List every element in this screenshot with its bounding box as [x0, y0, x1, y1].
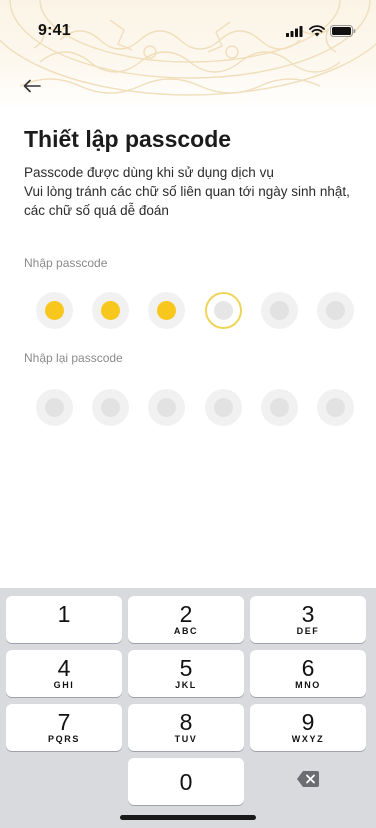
- arrow-left-icon: [23, 79, 41, 98]
- key-letters: MNO: [295, 680, 321, 690]
- digit-dot-empty: [204, 388, 242, 426]
- key-4[interactable]: 4 GHI: [6, 650, 122, 697]
- digit-dot-inner: [45, 397, 64, 417]
- key-7[interactable]: 7 PQRS: [6, 704, 122, 751]
- digit-dot-active: [204, 291, 242, 329]
- key-letters: ABC: [173, 626, 199, 636]
- page-title: Thiết lập passcode: [24, 126, 232, 152]
- key-digit: 4: [57, 655, 71, 681]
- key-digit: 7: [57, 709, 71, 735]
- passcode-label: Nhập passcode: [24, 256, 108, 270]
- digit-dot-filled: [36, 291, 73, 329]
- digit-dot-filled: [92, 291, 130, 329]
- key-5[interactable]: 5 JKL: [128, 650, 244, 697]
- digit-dot-inner: [157, 300, 177, 320]
- digit-dot-inner: [101, 397, 121, 417]
- wifi-icon: [309, 24, 325, 42]
- backspace-icon: [296, 770, 320, 793]
- key-letters: WXYZ: [291, 734, 325, 744]
- digit-dot-inner: [269, 300, 289, 320]
- back-button[interactable]: [18, 76, 46, 100]
- confirm-passcode-label: Nhập lại passcode: [24, 351, 123, 365]
- digit-dot-empty: [36, 388, 73, 426]
- digit-dot-inner: [325, 300, 345, 320]
- digit-dot-empty: [92, 388, 130, 426]
- status-bar: 9:41: [0, 0, 376, 56]
- key-digit: 6: [301, 655, 315, 681]
- digit-dot-empty: [316, 388, 354, 426]
- digit-dot-inner: [101, 300, 121, 320]
- cellular-signal-icon: [286, 24, 304, 42]
- description: Passcode được dùng khi sử dụng dịch vụ V…: [24, 163, 354, 220]
- digit-dot-inner: [269, 397, 289, 417]
- digit-dot-inner: [45, 300, 64, 320]
- digit-dot-empty: [148, 388, 186, 426]
- digit-dot-filled: [148, 291, 186, 329]
- home-indicator: [120, 815, 256, 820]
- digit-dot-inner: [325, 397, 345, 417]
- key-digit: 3: [301, 601, 315, 627]
- numeric-keypad: 1 2 ABC 3 DEF 4 GHI 5 JKL 6 MNO 7 PQRS 8…: [0, 588, 376, 828]
- key-9[interactable]: 9 WXYZ: [250, 704, 366, 751]
- digit-dot-empty: [260, 291, 298, 329]
- passcode-setup-screen: 9:41 Thiết lập passcode Passcode được dù…: [0, 0, 376, 828]
- key-digit: 8: [179, 709, 193, 735]
- key-3[interactable]: 3 DEF: [250, 596, 366, 643]
- key-blank: [6, 758, 122, 805]
- key-digit: 5: [179, 655, 193, 681]
- passcode-input[interactable]: [36, 290, 354, 330]
- key-digit: 0: [179, 768, 193, 795]
- delete-key[interactable]: [250, 758, 366, 805]
- key-digit: 9: [301, 709, 315, 735]
- key-1[interactable]: 1: [6, 596, 122, 643]
- key-letters: PQRS: [48, 734, 80, 744]
- key-8[interactable]: 8 TUV: [128, 704, 244, 751]
- key-letters: TUV: [174, 734, 198, 744]
- key-digit: 1: [57, 601, 71, 627]
- key-letters: DEF: [296, 626, 320, 636]
- key-6[interactable]: 6 MNO: [250, 650, 366, 697]
- digit-dot-inner: [157, 397, 177, 417]
- status-time: 9:41: [38, 22, 71, 39]
- key-2[interactable]: 2 ABC: [128, 596, 244, 643]
- battery-icon: [330, 24, 356, 42]
- description-line-2: Vui lòng tránh các chữ số liên quan tới …: [24, 184, 350, 218]
- digit-dot-empty: [316, 291, 354, 329]
- digit-dot-empty: [260, 388, 298, 426]
- key-letters: GHI: [53, 680, 75, 690]
- key-letters: JKL: [175, 680, 197, 690]
- digit-dot-inner: [213, 397, 233, 417]
- status-icons: [286, 24, 356, 42]
- description-line-1: Passcode được dùng khi sử dụng dịch vụ: [24, 165, 274, 180]
- key-digit: 2: [179, 601, 193, 627]
- confirm-passcode-input[interactable]: [36, 387, 354, 427]
- digit-dot-inner: [213, 300, 233, 320]
- key-0[interactable]: 0: [128, 758, 244, 805]
